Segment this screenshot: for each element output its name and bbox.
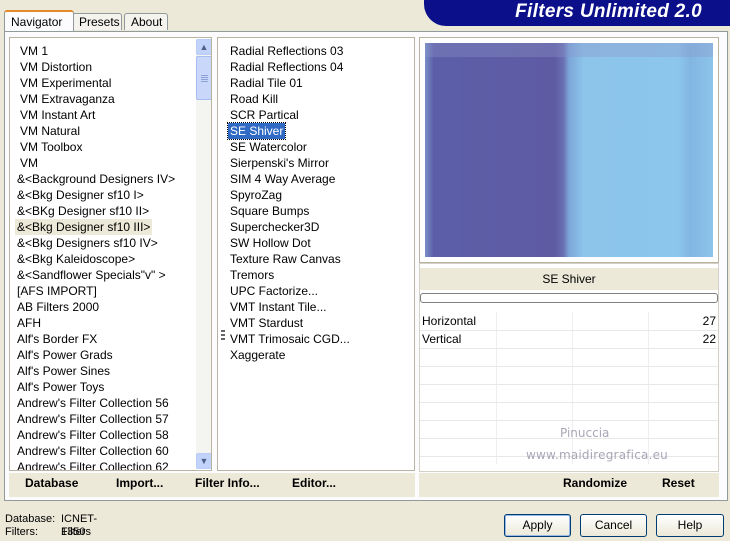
param-label: Horizontal xyxy=(422,314,477,328)
tab-about[interactable]: About xyxy=(124,13,168,30)
filter-preview-image[interactable] xyxy=(425,43,713,257)
category-item[interactable]: Alf's Power Sines xyxy=(17,363,110,379)
parameters-panel: SE Shiver Horizontal 27 Vertical 22 Pinu… xyxy=(419,263,719,472)
category-item[interactable]: Alf's Power Grads xyxy=(17,347,113,363)
category-item[interactable]: Andrew's Filter Collection 58 xyxy=(17,427,169,443)
filter-item[interactable]: VMT Trimosaic CGD... xyxy=(230,331,350,347)
param-row-horizontal[interactable]: Horizontal 27 xyxy=(420,312,718,330)
filter-item[interactable]: UPC Factorize... xyxy=(230,283,318,299)
scroll-down-button[interactable]: ▼ xyxy=(196,453,211,469)
category-item[interactable]: Andrew's Filter Collection 62 xyxy=(17,459,169,470)
apply-button[interactable]: Apply xyxy=(504,514,571,537)
category-item[interactable]: AFH xyxy=(17,315,41,331)
param-value: 27 xyxy=(702,314,716,328)
filter-item[interactable]: VMT Instant Tile... xyxy=(230,299,326,315)
filter-item[interactable]: Radial Reflections 04 xyxy=(230,59,343,75)
category-item[interactable]: Alf's Border FX xyxy=(17,331,97,347)
right-toolbar: Randomize Reset xyxy=(419,473,719,497)
category-item[interactable]: &<Bkg Kaleidoscope> xyxy=(17,251,135,267)
editor-button[interactable]: Editor... xyxy=(292,476,336,490)
filter-item[interactable]: SE Watercolor xyxy=(230,139,307,155)
filter-item[interactable]: Texture Raw Canvas xyxy=(230,251,341,267)
watermark-url: www.maidiregrafica.eu xyxy=(526,448,668,462)
help-button[interactable]: Help xyxy=(656,514,724,537)
category-item[interactable]: &<Sandflower Specials"v" > xyxy=(17,267,166,283)
category-item[interactable]: VM Experimental xyxy=(20,75,111,91)
filter-item[interactable]: Tremors xyxy=(230,267,274,283)
filter-item[interactable]: Superchecker3D xyxy=(230,219,319,235)
scroll-up-button[interactable]: ▲ xyxy=(196,39,211,55)
filter-item[interactable]: Xaggerate xyxy=(230,347,285,363)
filter-item[interactable]: SIM 4 Way Average xyxy=(230,171,335,187)
param-value: 22 xyxy=(702,332,716,346)
preview-frame xyxy=(419,37,719,263)
progress-bar xyxy=(420,293,718,303)
filter-item[interactable]: Road Kill xyxy=(230,91,278,107)
reset-button[interactable]: Reset xyxy=(662,476,695,490)
left-toolbar: Database Import... Filter Info... Editor… xyxy=(9,473,415,497)
category-item[interactable]: Andrew's Filter Collection 57 xyxy=(17,411,169,427)
filter-list[interactable]: Radial Reflections 03 Radial Reflections … xyxy=(217,37,415,471)
param-label: Vertical xyxy=(422,332,462,346)
banner-title: Filters Unlimited 2.0 xyxy=(515,1,702,22)
category-scrollbar[interactable]: ▲ ▼ xyxy=(196,39,211,469)
category-item[interactable]: [AFS IMPORT] xyxy=(17,283,97,299)
category-item[interactable]: &<Bkg Designers sf10 IV> xyxy=(17,235,158,251)
param-row-vertical[interactable]: Vertical 22 xyxy=(420,330,718,348)
category-item[interactable]: Alf's Power Toys xyxy=(17,379,104,395)
status-filters-value: 1350 xyxy=(61,526,86,538)
filter-item[interactable]: SE Shiver xyxy=(226,122,287,140)
chevron-down-icon: ▼ xyxy=(199,456,209,466)
category-item[interactable]: VM xyxy=(20,155,38,171)
filter-item[interactable]: Radial Tile 01 xyxy=(230,75,303,91)
category-item[interactable]: AB Filters 2000 xyxy=(17,299,99,315)
filter-item[interactable]: Sierpenski's Mirror xyxy=(230,155,329,171)
category-item[interactable]: VM Natural xyxy=(20,123,80,139)
navigator-panel: VM 1 VM Distortion VM Experimental VM Extra… xyxy=(4,31,728,501)
status-filters-label: Filters: xyxy=(5,526,38,538)
category-item[interactable]: &<Background Designers IV> xyxy=(17,171,175,187)
chevron-up-icon: ▲ xyxy=(199,42,209,52)
watermark-name: Pinuccia xyxy=(560,426,610,440)
selected-filter-name: SE Shiver xyxy=(420,268,718,290)
status-database-label: Database: xyxy=(5,513,56,525)
scroll-thumb[interactable] xyxy=(196,56,211,100)
category-item[interactable]: VM Toolbox xyxy=(20,139,82,155)
category-item[interactable]: VM Distortion xyxy=(20,59,92,75)
category-list[interactable]: VM 1 VM Distortion VM Experimental VM Extra… xyxy=(9,37,212,471)
filter-item[interactable]: VMT Stardust xyxy=(230,315,303,331)
category-item[interactable]: &<Bkg Designer sf10 I> xyxy=(17,187,144,203)
randomize-button[interactable]: Randomize xyxy=(563,476,627,490)
category-item[interactable]: VM 1 xyxy=(20,43,48,59)
database-button[interactable]: Database xyxy=(25,476,78,490)
tab-navigator[interactable]: Navigator xyxy=(4,10,74,31)
category-item[interactable]: Andrew's Filter Collection 60 xyxy=(17,443,169,459)
category-item[interactable]: &<BKg Designer sf10 II> xyxy=(17,203,149,219)
category-item[interactable]: &<Bkg Designer sf10 III> xyxy=(15,219,153,235)
filter-item[interactable]: SpyroZag xyxy=(230,187,282,203)
filter-item[interactable]: SCR Partical xyxy=(230,107,299,123)
category-item[interactable]: VM Extravaganza xyxy=(20,91,115,107)
filter-item[interactable]: SW Hollow Dot xyxy=(230,235,311,251)
title-banner: Filters Unlimited 2.0 xyxy=(424,0,730,26)
import-button[interactable]: Import... xyxy=(116,476,163,490)
drag-grip-icon xyxy=(218,328,226,342)
filter-item[interactable]: Radial Reflections 03 xyxy=(230,43,343,59)
tab-presets[interactable]: Presets xyxy=(72,13,122,30)
category-item[interactable]: VM Instant Art xyxy=(20,107,95,123)
cancel-button[interactable]: Cancel xyxy=(580,514,647,537)
category-item[interactable]: Andrew's Filter Collection 56 xyxy=(17,395,169,411)
filter-item[interactable]: Square Bumps xyxy=(230,203,309,219)
filter-info-button[interactable]: Filter Info... xyxy=(195,476,260,490)
